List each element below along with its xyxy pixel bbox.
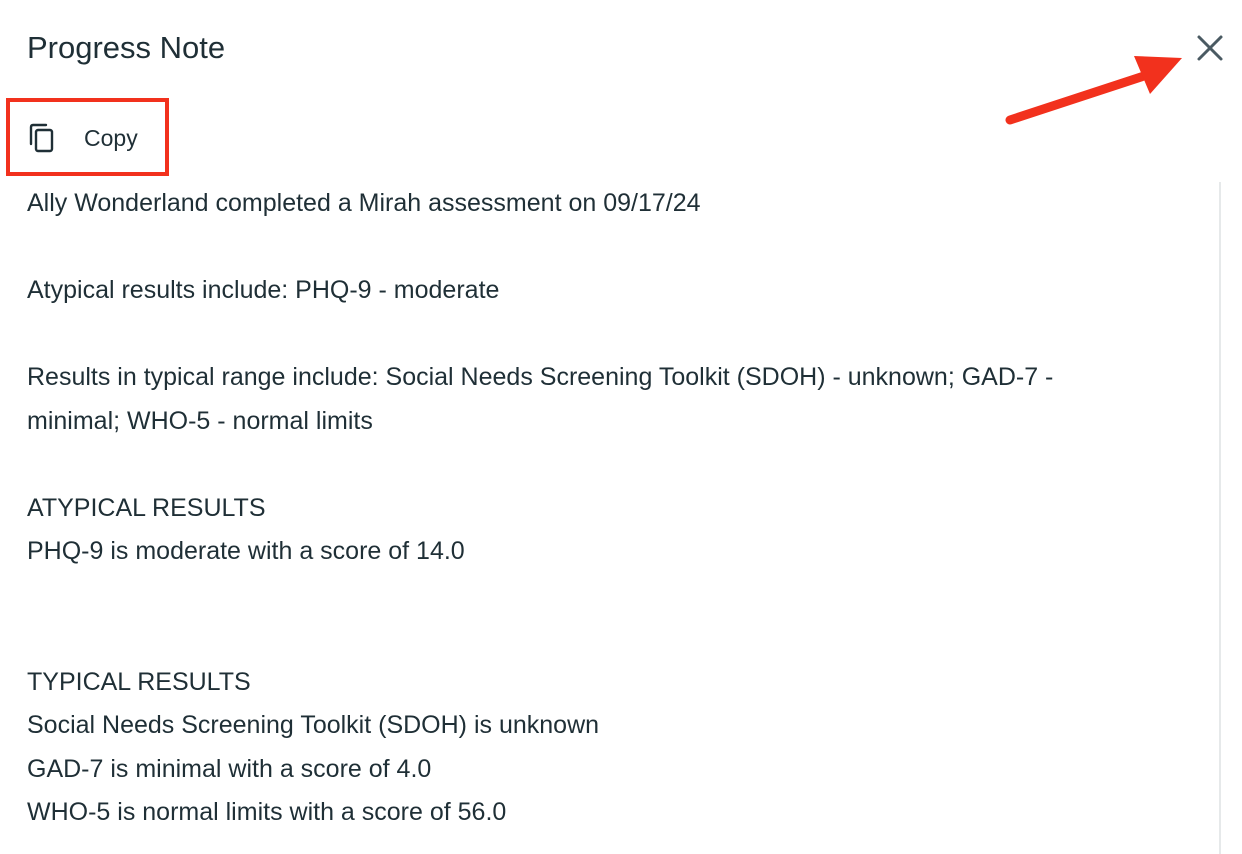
typical-result-item: WHO-5 is normal limits with a score of 5… [27, 798, 507, 826]
copy-button-label: Copy [84, 124, 138, 151]
note-summary: Ally Wonderland completed a Mirah assess… [27, 189, 701, 217]
progress-note-dialog: Progress Note Copy Ally Wonderland compl… [0, 0, 1242, 854]
typical-results-heading: TYPICAL RESULTS [27, 667, 251, 696]
progress-note-body: Ally Wonderland completed a Mirah assess… [27, 182, 1207, 854]
note-typical-summary: Results in typical range include: Social… [27, 363, 1061, 435]
dialog-title: Progress Note [27, 30, 226, 65]
atypical-result-item: PHQ-9 is moderate with a score of 14.0 [27, 537, 465, 565]
note-atypical-summary: Atypical results include: PHQ-9 - modera… [27, 276, 500, 304]
typical-result-item: Social Needs Screening Toolkit (SDOH) is… [27, 711, 600, 739]
scrollbar-track[interactable] [1219, 182, 1221, 854]
copy-icon [26, 122, 58, 154]
atypical-results-heading: ATYPICAL RESULTS [27, 493, 266, 522]
annotation-arrow [1005, 56, 1182, 125]
copy-button[interactable]: Copy [22, 114, 156, 162]
typical-result-item: GAD-7 is minimal with a score of 4.0 [27, 754, 432, 783]
